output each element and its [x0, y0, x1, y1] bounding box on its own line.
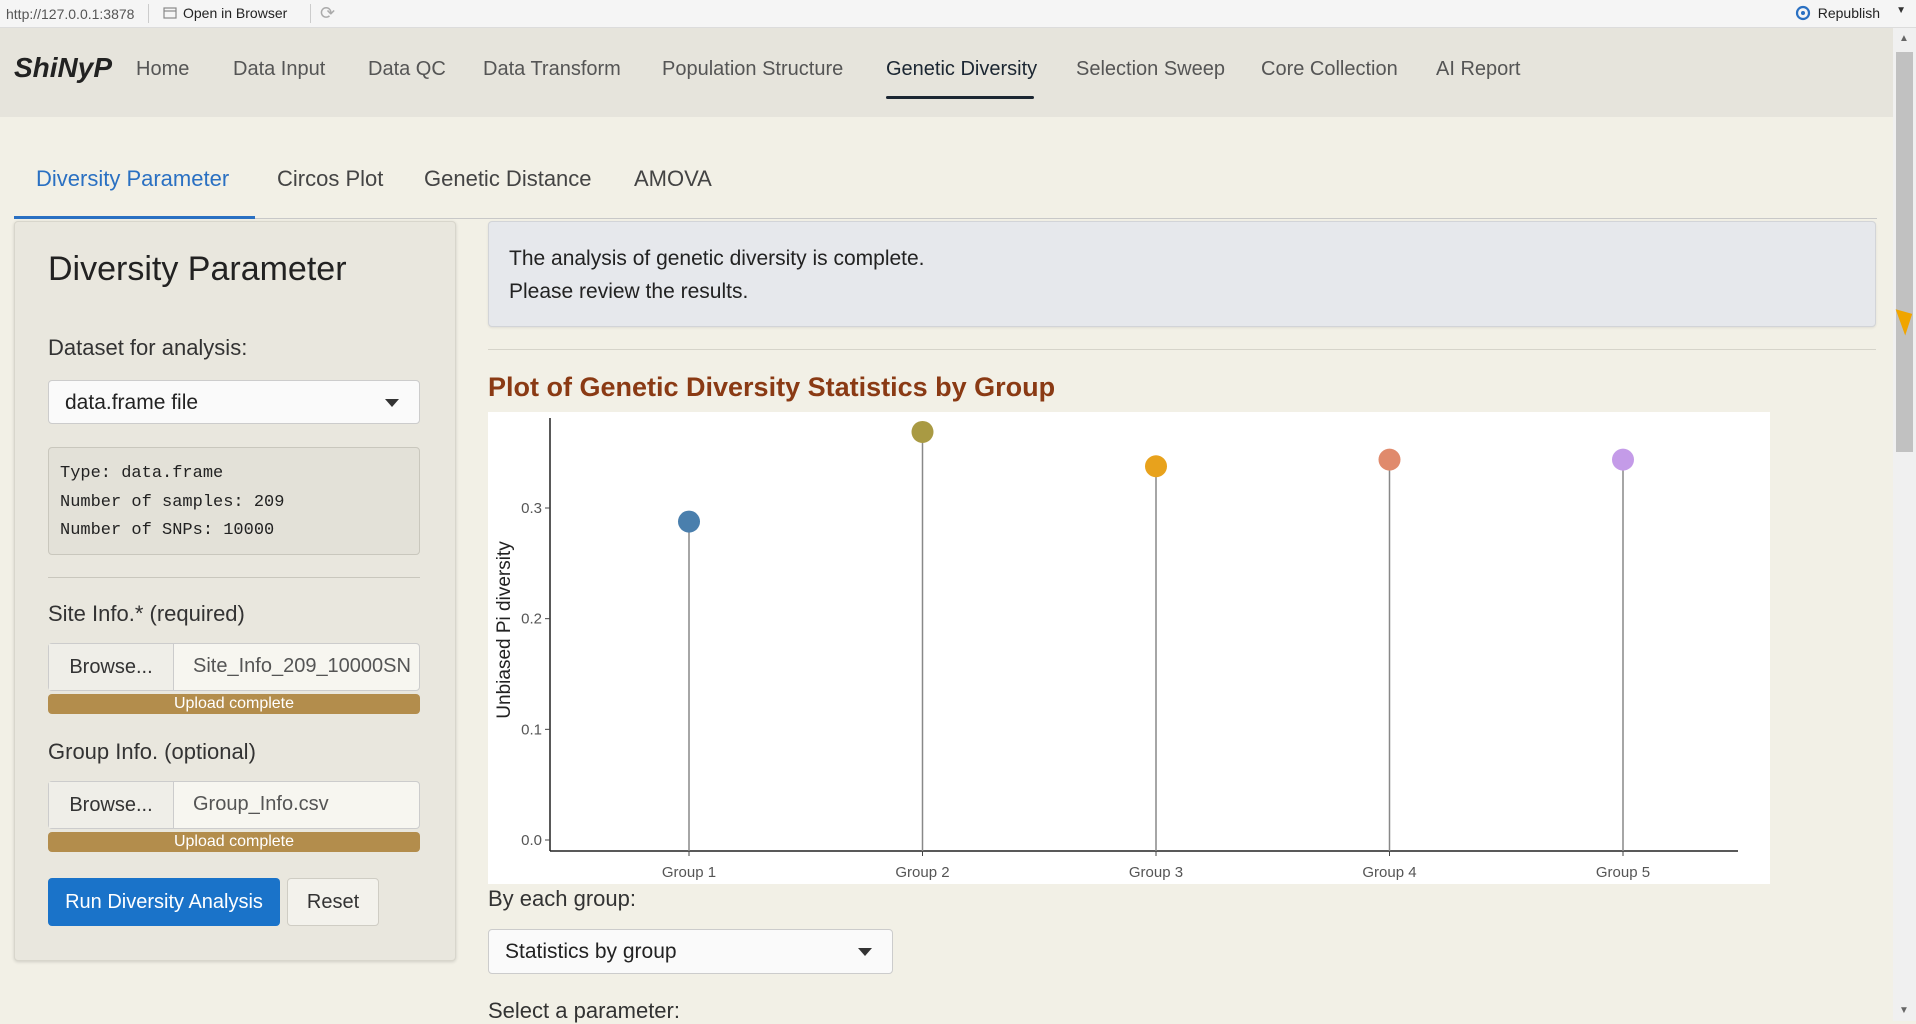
divider — [148, 4, 149, 23]
tab-active-indicator — [14, 216, 255, 219]
nav-home[interactable]: Home — [136, 58, 189, 81]
x-tick-label: Group 1 — [662, 864, 716, 881]
by-group-select[interactable]: Statistics by group — [488, 929, 893, 974]
dataset-select[interactable]: data.frame file — [48, 380, 420, 424]
sidebar-panel: Diversity Parameter Dataset for analysis… — [14, 221, 456, 961]
open-browser-icon — [163, 7, 177, 19]
y-tick-label: 0.3 — [521, 500, 542, 517]
nav-core-collection[interactable]: Core Collection — [1261, 58, 1398, 81]
nav-selection-sweep[interactable]: Selection Sweep — [1076, 58, 1225, 81]
chevron-down-icon — [385, 399, 399, 407]
scrollbar-thumb[interactable] — [1896, 52, 1913, 452]
y-tick-label: 0.0 — [521, 832, 542, 849]
lollipop-point — [1378, 448, 1401, 471]
site-browse-button[interactable]: Browse... — [49, 644, 174, 690]
dataset-label: Dataset for analysis: — [48, 335, 248, 360]
info-snps: Number of SNPs: 10000 — [60, 521, 275, 540]
lollipop-point — [1612, 448, 1634, 471]
site-upload-progress: Upload complete — [48, 694, 420, 714]
x-tick-label: Group 2 — [895, 864, 949, 881]
scroll-down-icon[interactable]: ▼ — [1899, 1005, 1909, 1016]
group-browse-button[interactable]: Browse... — [49, 782, 174, 828]
lollipop-point — [911, 420, 934, 443]
tabs-divider — [14, 218, 1877, 219]
chevron-down-icon — [858, 948, 872, 956]
scroll-up-icon[interactable]: ▲ — [1899, 33, 1909, 44]
nav-population-structure[interactable]: Population Structure — [662, 58, 843, 81]
site-info-file-input[interactable]: Browse... Site_Info_209_10000SN — [48, 643, 420, 691]
nav-active-indicator — [886, 96, 1034, 99]
divider — [48, 577, 420, 578]
divider — [310, 4, 311, 23]
lollipop-point — [678, 510, 700, 533]
reset-button[interactable]: Reset — [287, 878, 379, 926]
diversity-chart-svg: 0.0 0.1 0.2 0.3 Unbiased Pi diversity Group 1… — [494, 418, 1738, 881]
nav-genetic-diversity[interactable]: Genetic Diversity — [886, 58, 1037, 81]
run-diversity-analysis-button[interactable]: Run Diversity Analysis — [48, 878, 280, 926]
refresh-icon[interactable]: ⟳ — [320, 3, 335, 24]
group-file-name: Group_Info.csv — [193, 793, 329, 815]
info-samples: Number of samples: 209 — [60, 492, 285, 512]
dataset-info-box: Type: data.frame Number of samples: 209 … — [48, 447, 420, 555]
page-scrollbar[interactable]: ▲ ▼ — [1893, 28, 1916, 1021]
chevron-down-icon[interactable]: ▼ — [1896, 5, 1906, 16]
open-in-browser-label: Open in Browser — [183, 5, 288, 21]
nav-data-qc[interactable]: Data QC — [368, 58, 446, 81]
x-tick-label: Group 5 — [1596, 864, 1650, 881]
status-alert: The analysis of genetic diversity is com… — [488, 221, 1876, 327]
republish-icon — [1795, 5, 1810, 21]
tab-genetic-distance[interactable]: Genetic Distance — [424, 166, 592, 192]
diversity-plot: 0.0 0.1 0.2 0.3 Unbiased Pi diversity Group 1… — [488, 412, 1770, 884]
open-in-browser-button[interactable]: Open in Browser — [163, 5, 287, 21]
brand-logo[interactable]: ShiNyP — [14, 52, 112, 84]
tab-circos-plot[interactable]: Circos Plot — [277, 166, 383, 192]
tab-diversity-parameter[interactable]: Diversity Parameter — [36, 166, 229, 192]
url-bar: http://127.0.0.1:3878 Open in Browser ⟳ … — [0, 0, 1916, 28]
sidebar-title: Diversity Parameter — [48, 250, 347, 288]
site-file-name: Site_Info_209_10000SN — [193, 655, 411, 677]
select-parameter-label: Select a parameter: — [488, 998, 680, 1023]
alert-line-1: The analysis of genetic diversity is com… — [509, 247, 925, 270]
group-upload-progress: Upload complete — [48, 832, 420, 852]
site-info-label: Site Info.* (required) — [48, 601, 245, 626]
group-info-file-input[interactable]: Browse... Group_Info.csv — [48, 781, 420, 829]
nav-data-transform[interactable]: Data Transform — [483, 58, 621, 81]
nav-data-input[interactable]: Data Input — [233, 58, 325, 81]
group-info-label: Group Info. (optional) — [48, 739, 256, 764]
alert-line-2: Please review the results. — [509, 280, 749, 303]
tab-amova[interactable]: AMOVA — [634, 166, 712, 192]
x-tick-label: Group 3 — [1129, 864, 1183, 881]
plot-title: Plot of Genetic Diversity Statistics by … — [488, 372, 1056, 402]
url-text: http://127.0.0.1:3878 — [6, 6, 135, 22]
info-type: Type: data.frame — [60, 464, 224, 483]
dataset-select-value: data.frame file — [65, 391, 199, 414]
by-group-label: By each group: — [488, 886, 636, 911]
nav-ai-report[interactable]: AI Report — [1436, 58, 1520, 81]
republish-button[interactable]: Republish — [1794, 5, 1880, 21]
lollipop-point — [1145, 455, 1167, 478]
y-tick-label: 0.2 — [521, 611, 542, 628]
republish-label: Republish — [1817, 5, 1880, 21]
y-axis-label: Unbiased Pi diversity — [494, 541, 515, 719]
divider — [488, 349, 1876, 350]
x-tick-label: Group 4 — [1362, 864, 1416, 881]
y-tick-label: 0.1 — [521, 721, 542, 738]
navbar: ShiNyP Home Data Input Data QC Data Tran… — [0, 28, 1893, 117]
by-group-select-value: Statistics by group — [505, 940, 677, 963]
